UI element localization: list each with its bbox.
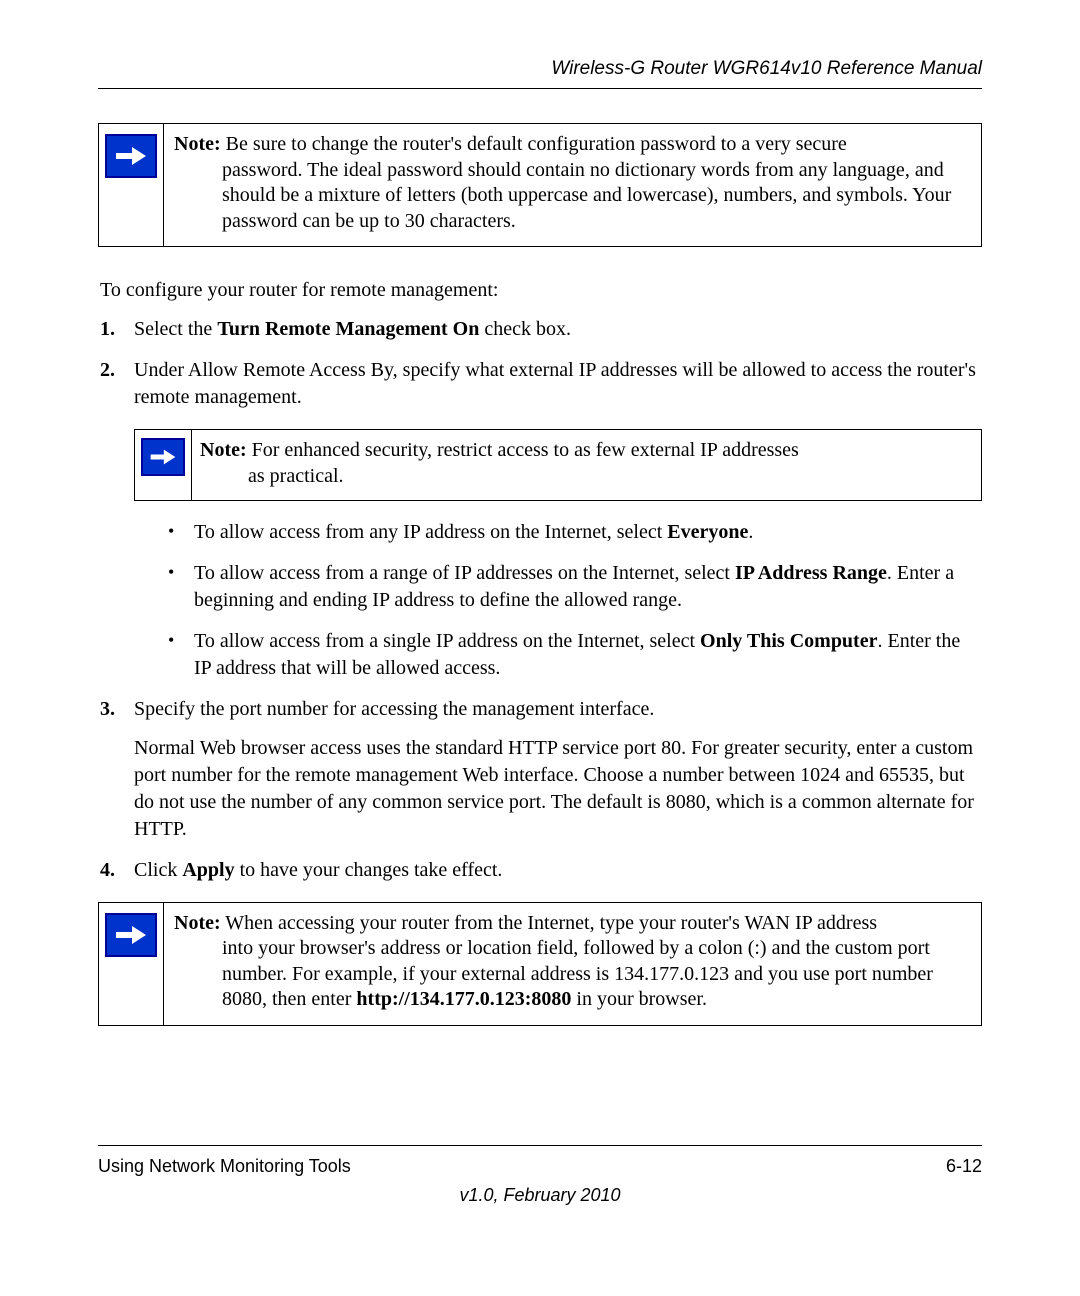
arrow-icon [141,438,185,476]
footer-version: v1.0, February 2010 [98,1185,982,1206]
page-footer: Using Network Monitoring Tools 6-12 v1.0… [98,1145,982,1206]
note2-rest: as practical. [248,464,971,490]
step3-paragraph: Normal Web browser access uses the stand… [134,735,982,843]
note3-rest: into your browser's address or location … [222,936,969,1013]
arrow-icon [105,913,157,957]
step2-text: Under Allow Remote Access By, specify wh… [134,359,976,408]
step-4: Click Apply to have your changes take ef… [100,857,982,884]
note3-url: http://134.177.0.123:8080 [356,988,571,1010]
note-text-rest: password. The ideal password should cont… [222,158,969,235]
step1-post: check box. [479,318,571,340]
step-3: Specify the port number for accessing th… [100,696,982,843]
footer-left: Using Network Monitoring Tools [98,1156,351,1177]
b2-bold: IP Address Range [735,562,887,584]
note-text: Note: Be sure to change the router's def… [164,124,981,246]
note-box-password: Note: Be sure to change the router's def… [98,123,982,247]
note-box-security: Note: For enhanced security, restrict ac… [134,429,982,500]
step4-bold: Apply [182,859,234,881]
step1-pre: Select the [134,318,217,340]
step4-pre: Click [134,859,182,881]
b3-pre: To allow access from a single IP address… [194,630,700,652]
note-icon-cell-3 [99,903,164,1025]
note-text-3: Note: When accessing your router from th… [164,903,981,1025]
bullet-ip-range: To allow access from a range of IP addre… [168,560,982,614]
step3-text: Specify the port number for accessing th… [134,698,654,720]
note-text-line: Be sure to change the router's default c… [221,133,847,155]
note-label-3: Note: [174,912,221,934]
bullet-only-this: To allow access from a single IP address… [168,628,982,682]
note-icon-cell-2 [135,430,192,499]
b2-pre: To allow access from a range of IP addre… [194,562,735,584]
inner-note-wrap: Note: For enhanced security, restrict ac… [134,429,982,500]
b1-post: . [748,521,753,543]
bullet-everyone: To allow access from any IP address on t… [168,519,982,546]
footer-right: 6-12 [946,1156,982,1177]
b1-pre: To allow access from any IP address on t… [194,521,667,543]
header-rule [98,88,982,89]
note-label-2: Note: [200,439,247,461]
arrow-icon [105,134,157,178]
footer-rule [98,1145,982,1146]
step-2: Under Allow Remote Access By, specify wh… [100,357,982,681]
b1-bold: Everyone [667,521,748,543]
note3-rest-b: in your browser. [571,988,707,1010]
step1-bold: Turn Remote Management On [217,318,479,340]
page-header-title: Wireless-G Router WGR614v10 Reference Ma… [98,58,982,80]
step4-post: to have your changes take effect. [235,859,503,881]
note-text-2: Note: For enhanced security, restrict ac… [192,430,981,499]
note-label: Note: [174,133,221,155]
note-box-access-url: Note: When accessing your router from th… [98,902,982,1026]
intro-paragraph: To configure your router for remote mana… [100,277,982,304]
note3-line: When accessing your router from the Inte… [221,912,877,934]
note-icon-cell [99,124,164,246]
steps-list: Select the Turn Remote Management On che… [100,316,982,883]
step-1: Select the Turn Remote Management On che… [100,316,982,343]
note2-line: For enhanced security, restrict access t… [247,439,799,461]
access-options-list: To allow access from any IP address on t… [168,519,982,682]
b3-bold: Only This Computer [700,630,877,652]
